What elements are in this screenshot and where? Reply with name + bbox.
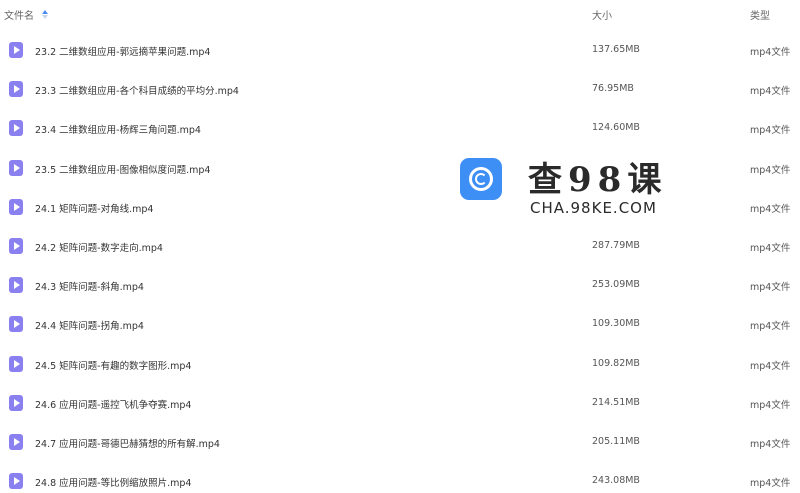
file-row[interactable]: 24.8 应用问题-等比例缩放照片.mp4 243.08MB mp4文件 — [0, 461, 800, 493]
file-type: mp4文件 — [750, 478, 791, 490]
file-row[interactable]: 24.1 矩阵问题-对角线.mp4 mp4文件 — [0, 187, 800, 226]
file-type: mp4文件 — [750, 439, 791, 450]
file-name[interactable]: 24.2 矩阵问题-数字走向.mp4 — [35, 240, 163, 254]
video-file-icon — [9, 120, 23, 137]
video-file-icon — [9, 159, 23, 176]
file-row[interactable]: 23.4 二维数组应用-杨辉三角问题.mp4 124.60MB mp4文件 — [0, 108, 800, 147]
file-type: mp4文件 — [750, 321, 791, 333]
file-size: 76.95MB — [592, 83, 634, 95]
video-file-icon — [9, 42, 23, 58]
file-type: mp4文件 — [750, 86, 791, 98]
file-row[interactable]: 23.5 二维数组应用-图像相似度问题.mp4 mp4文件 — [0, 148, 800, 187]
file-type: mp4文件 — [750, 203, 791, 215]
video-file-icon — [9, 434, 23, 450]
file-size: 109.82MB — [592, 357, 640, 369]
file-name[interactable]: 23.5 二维数组应用-图像相似度问题.mp4 — [35, 162, 210, 176]
sort-icon[interactable] — [42, 10, 48, 19]
video-file-icon — [9, 238, 23, 254]
file-name[interactable]: 24.5 矩阵问题-有趣的数字图形.mp4 — [35, 358, 191, 372]
file-size: 214.51MB — [592, 396, 640, 408]
file-size: 243.08MB — [592, 475, 640, 487]
logo-icon — [460, 158, 502, 200]
column-header: 文件名 大小 类型 — [0, 0, 800, 24]
file-name[interactable]: 24.6 应用问题-遥控飞机争夺赛.mp4 — [35, 397, 191, 411]
video-file-icon — [9, 81, 23, 98]
file-row[interactable]: 23.2 二维数组应用-郭远摘苹果问题.mp4 137.65MB mp4文件 — [0, 30, 800, 69]
video-file-icon — [9, 473, 23, 490]
file-row[interactable]: 24.7 应用问题-哥德巴赫猜想的所有解.mp4 205.11MB mp4文件 — [0, 422, 800, 461]
file-type: mp4文件 — [750, 282, 791, 294]
column-name-header[interactable]: 文件名 — [4, 7, 48, 22]
file-name[interactable]: 24.4 矩阵问题-拐角.mp4 — [35, 318, 144, 332]
file-name[interactable]: 24.1 矩阵问题-对角线.mp4 — [35, 201, 153, 215]
watermark: 查98课 CHA.98KE.COM — [460, 152, 675, 222]
file-row[interactable]: 23.3 二维数组应用-各个科目成绩的平均分.mp4 76.95MB mp4文件 — [0, 69, 800, 108]
file-type: mp4文件 — [750, 243, 791, 254]
file-size: 124.60MB — [592, 122, 640, 134]
file-size: 205.11MB — [592, 436, 640, 447]
column-type-header[interactable]: 类型 — [750, 7, 770, 22]
column-name-label: 文件名 — [4, 11, 34, 22]
file-size: 137.65MB — [592, 44, 640, 55]
file-row[interactable]: 24.3 矩阵问题-斜角.mp4 253.09MB mp4文件 — [0, 265, 800, 304]
file-name[interactable]: 24.8 应用问题-等比例缩放照片.mp4 — [35, 475, 191, 489]
file-size: 287.79MB — [592, 240, 640, 251]
file-row[interactable]: 24.5 矩阵问题-有趣的数字图形.mp4 109.82MB mp4文件 — [0, 344, 800, 383]
file-name[interactable]: 23.2 二维数组应用-郭远摘苹果问题.mp4 — [35, 44, 210, 58]
file-row[interactable]: 24.4 矩阵问题-拐角.mp4 109.30MB mp4文件 — [0, 304, 800, 343]
video-file-icon — [9, 277, 23, 294]
file-name[interactable]: 24.3 矩阵问题-斜角.mp4 — [35, 279, 144, 293]
file-type: mp4文件 — [750, 125, 791, 137]
file-list-page: 文件名 大小 类型 23.2 二维数组应用-郭远摘苹果问题.mp4 137.65M… — [0, 0, 800, 493]
file-name[interactable]: 23.3 二维数组应用-各个科目成绩的平均分.mp4 — [35, 83, 239, 97]
video-file-icon — [9, 355, 23, 372]
file-size: 109.30MB — [592, 318, 640, 330]
file-type: mp4文件 — [750, 164, 791, 176]
video-file-icon — [9, 316, 23, 333]
file-size: 253.09MB — [592, 279, 640, 291]
video-file-icon — [9, 394, 23, 411]
column-size-header[interactable]: 大小 — [592, 7, 612, 22]
file-type: mp4文件 — [750, 360, 791, 372]
watermark-url: CHA.98KE.COM — [530, 199, 657, 217]
watermark-title: 查98课 — [528, 160, 668, 200]
file-type: mp4文件 — [750, 47, 791, 58]
file-name[interactable]: 23.4 二维数组应用-杨辉三角问题.mp4 — [35, 122, 201, 136]
file-name[interactable]: 24.7 应用问题-哥德巴赫猜想的所有解.mp4 — [35, 436, 220, 450]
file-row[interactable]: 24.6 应用问题-遥控飞机争夺赛.mp4 214.51MB mp4文件 — [0, 383, 800, 422]
video-file-icon — [9, 198, 23, 215]
file-row[interactable]: 24.2 矩阵问题-数字走向.mp4 287.79MB mp4文件 — [0, 226, 800, 265]
file-type: mp4文件 — [750, 399, 791, 411]
